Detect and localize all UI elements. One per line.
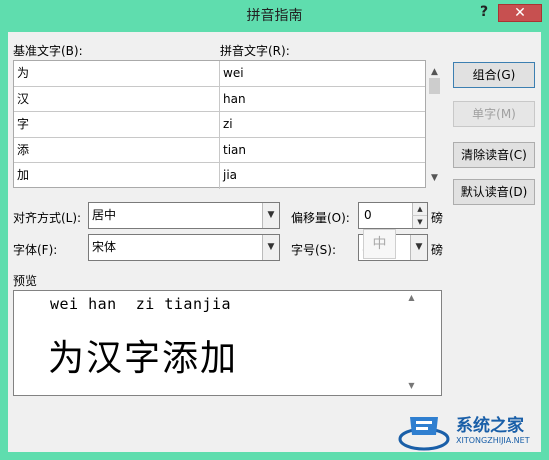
preview-label: 预览: [13, 274, 38, 288]
ruby-cell[interactable]: zi: [220, 112, 425, 138]
watermark-logo-icon: [398, 417, 450, 451]
preview-base-text: 为汉字添加: [48, 338, 239, 379]
table-row: 加 jia: [14, 163, 425, 189]
table-row: 汉 han: [14, 86, 425, 113]
alignment-value: 居中: [92, 208, 117, 222]
offset-label: 偏移量(O):: [291, 211, 350, 225]
chevron-down-icon[interactable]: ▼: [426, 170, 443, 186]
close-button[interactable]: ✕: [498, 4, 542, 22]
base-cell[interactable]: 为: [14, 61, 220, 87]
table-row: 为 wei: [14, 61, 425, 87]
grid-scrollbar[interactable]: ▲ ▼: [426, 60, 443, 188]
ruby-cell[interactable]: jia: [220, 163, 425, 189]
watermark-url: XITONGZHIJIA.NET: [456, 436, 530, 445]
chevron-down-icon[interactable]: ▼: [410, 235, 427, 260]
mono-button[interactable]: 单字(M): [453, 101, 535, 127]
size-unit: 磅: [431, 243, 444, 257]
table-row: 字 zi: [14, 112, 425, 138]
size-label: 字号(S):: [291, 243, 337, 257]
dialog-body: 基准文字(B): 拼音文字(R): 为 wei 汉 han 字 zi 添 tia…: [8, 32, 541, 452]
site-watermark: 系统之家 XITONGZHIJIA.NET: [392, 405, 549, 460]
table-row: 添 tian: [14, 137, 425, 164]
ruby-cell[interactable]: han: [220, 87, 425, 113]
preview-ruby-text: wei han zi tianjia: [50, 295, 232, 313]
base-text-label: 基准文字(B):: [13, 44, 83, 58]
size-dropdown-popup[interactable]: 中: [363, 229, 396, 259]
help-button[interactable]: ?: [472, 4, 496, 22]
base-cell[interactable]: 汉: [14, 86, 220, 113]
ruby-grid: 为 wei 汉 han 字 zi 添 tian 加 jia: [13, 60, 426, 189]
watermark-name: 系统之家: [456, 416, 524, 436]
font-select[interactable]: 宋体 ▼: [88, 234, 280, 261]
chevron-down-icon[interactable]: ▼: [404, 381, 419, 390]
scroll-thumb[interactable]: [429, 78, 440, 94]
spin-up-icon[interactable]: ▲: [412, 203, 427, 216]
dialog-title: 拼音指南: [246, 8, 303, 24]
alignment-select[interactable]: 居中 ▼: [88, 202, 280, 229]
ruby-cell[interactable]: tian: [220, 138, 425, 164]
offset-value: 0: [364, 208, 372, 222]
spin-down-icon[interactable]: ▼: [412, 215, 427, 228]
font-label: 字体(F):: [13, 243, 58, 257]
chevron-down-icon[interactable]: ▼: [262, 235, 279, 260]
base-cell[interactable]: 加: [14, 163, 220, 189]
alignment-label: 对齐方式(L):: [13, 211, 82, 225]
chevron-up-icon[interactable]: ▲: [404, 293, 419, 302]
font-value: 宋体: [92, 240, 117, 254]
ruby-cell[interactable]: wei: [220, 61, 425, 87]
chevron-down-icon[interactable]: ▼: [262, 203, 279, 228]
default-ruby-button[interactable]: 默认读音(D): [453, 179, 535, 205]
offset-spinner[interactable]: 0 ▲ ▼: [358, 202, 428, 229]
offset-unit: 磅: [431, 211, 444, 225]
base-cell[interactable]: 添: [14, 137, 220, 164]
ruby-text-label: 拼音文字(R):: [220, 44, 290, 58]
preview-scrollbar[interactable]: ▲ ▼: [404, 291, 419, 395]
base-cell[interactable]: 字: [14, 112, 220, 138]
clear-ruby-button[interactable]: 清除读音(C): [453, 142, 535, 168]
preview-box: wei han zi tianjia 为汉字添加 ▲ ▼: [13, 290, 442, 396]
group-button[interactable]: 组合(G): [453, 62, 535, 88]
